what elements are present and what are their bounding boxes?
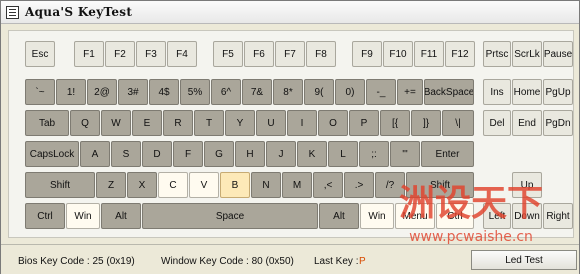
key-9[interactable]: 9( — [304, 79, 334, 105]
key-ctrl[interactable]: Ctrl — [436, 203, 474, 229]
key-sym60[interactable]: ;: — [359, 141, 389, 167]
key-prtsc[interactable]: Prtsc — [483, 41, 511, 67]
key-right[interactable]: Right — [543, 203, 573, 229]
keyboard-app-icon — [6, 5, 19, 19]
title-bar: Aqua'S KeyTest — [1, 1, 579, 24]
key-f9[interactable]: F9 — [352, 41, 382, 67]
key-f8[interactable]: F8 — [306, 41, 336, 67]
key-win[interactable]: Win — [66, 203, 100, 229]
key-5[interactable]: 5% — [180, 79, 210, 105]
key-sym46[interactable]: \| — [442, 110, 474, 136]
status-bar: Bios Key Code : 25 (0x19) Window Key Cod… — [1, 244, 579, 274]
key-v[interactable]: V — [189, 172, 219, 198]
key-f2[interactable]: F2 — [105, 41, 135, 67]
key-f12[interactable]: F12 — [445, 41, 475, 67]
key-u[interactable]: U — [256, 110, 286, 136]
key-d[interactable]: D — [142, 141, 172, 167]
key-ins[interactable]: Ins — [483, 79, 511, 105]
bios-key-code: Bios Key Code : 25 (0x19) — [18, 256, 135, 267]
key-3[interactable]: 3# — [118, 79, 148, 105]
key-enter[interactable]: Enter — [421, 141, 474, 167]
key-k[interactable]: K — [297, 141, 327, 167]
key-alt[interactable]: Alt — [319, 203, 359, 229]
key-w[interactable]: W — [101, 110, 131, 136]
key-sym72[interactable]: .> — [344, 172, 374, 198]
key-home[interactable]: Home — [512, 79, 542, 105]
key-up[interactable]: Up — [512, 172, 542, 198]
key-pause[interactable]: Pause — [543, 41, 573, 67]
key-end[interactable]: End — [512, 110, 542, 136]
key-backspace[interactable]: BackSpace — [424, 79, 474, 105]
key-f10[interactable]: F10 — [383, 41, 413, 67]
key-left[interactable]: Left — [483, 203, 511, 229]
key-x[interactable]: X — [127, 172, 157, 198]
key-0[interactable]: 0) — [335, 79, 365, 105]
key-tab[interactable]: Tab — [25, 110, 69, 136]
key-n[interactable]: N — [251, 172, 281, 198]
key-1[interactable]: 1! — [56, 79, 86, 105]
key-ctrl[interactable]: Ctrl — [25, 203, 65, 229]
key-alt[interactable]: Alt — [101, 203, 141, 229]
key-f3[interactable]: F3 — [136, 41, 166, 67]
key-f7[interactable]: F7 — [275, 41, 305, 67]
key-t[interactable]: T — [194, 110, 224, 136]
key-space[interactable]: Space — [142, 203, 318, 229]
key-6[interactable]: 6^ — [211, 79, 241, 105]
key-s[interactable]: S — [111, 141, 141, 167]
key-h[interactable]: H — [235, 141, 265, 167]
key-f4[interactable]: F4 — [167, 41, 197, 67]
key-q[interactable]: Q — [70, 110, 100, 136]
key-z[interactable]: Z — [96, 172, 126, 198]
last-key-value: P — [359, 256, 366, 267]
key-shift[interactable]: Shift — [406, 172, 474, 198]
key-f11[interactable]: F11 — [414, 41, 444, 67]
key-p[interactable]: P — [349, 110, 379, 136]
key-sym28[interactable]: += — [397, 79, 423, 105]
window-key-code: Window Key Code : 80 (0x50) — [161, 256, 294, 267]
key-pgdn[interactable]: PgDn — [543, 110, 573, 136]
key-r[interactable]: R — [163, 110, 193, 136]
key-sym71[interactable]: ,< — [313, 172, 343, 198]
key-y[interactable]: Y — [225, 110, 255, 136]
key-f6[interactable]: F6 — [244, 41, 274, 67]
app-window: Aqua'S KeyTest Esc F1 F2 F3 F4 F5 F6 F7 F8 F9 F10 F… — [0, 0, 580, 274]
key-j[interactable]: J — [266, 141, 296, 167]
key-8[interactable]: 8* — [273, 79, 303, 105]
key-m[interactable]: M — [282, 172, 312, 198]
key-4[interactable]: 4$ — [149, 79, 179, 105]
last-key-label: Last Key : — [314, 256, 359, 267]
key-sym44[interactable]: [{ — [380, 110, 410, 136]
key-c[interactable]: C — [158, 172, 188, 198]
key-down[interactable]: Down — [512, 203, 542, 229]
key-f5[interactable]: F5 — [213, 41, 243, 67]
key-win[interactable]: Win — [360, 203, 394, 229]
key-del[interactable]: Del — [483, 110, 511, 136]
key-g[interactable]: G — [204, 141, 234, 167]
key-sym45[interactable]: ]} — [411, 110, 441, 136]
key-e[interactable]: E — [132, 110, 162, 136]
key-2[interactable]: 2@ — [87, 79, 117, 105]
key-sym27[interactable]: -_ — [366, 79, 396, 105]
key-f1[interactable]: F1 — [74, 41, 104, 67]
led-test-button[interactable]: Led Test — [471, 250, 577, 270]
key-a[interactable]: A — [80, 141, 110, 167]
key-o[interactable]: O — [318, 110, 348, 136]
key-i[interactable]: I — [287, 110, 317, 136]
key-sym61[interactable]: '" — [390, 141, 420, 167]
key-shift[interactable]: Shift — [25, 172, 95, 198]
key-pgup[interactable]: PgUp — [543, 79, 573, 105]
window-title: Aqua'S KeyTest — [25, 5, 133, 19]
key-7[interactable]: 7& — [242, 79, 272, 105]
key-f[interactable]: F — [173, 141, 203, 167]
key-b[interactable]: B — [220, 172, 250, 198]
key-l[interactable]: L — [328, 141, 358, 167]
key-capslock[interactable]: CapsLock — [25, 141, 79, 167]
key-sym16[interactable]: `~ — [25, 79, 55, 105]
key-esc[interactable]: Esc — [25, 41, 55, 67]
key-sym73[interactable]: /? — [375, 172, 405, 198]
key-menu[interactable]: Menu — [395, 203, 435, 229]
key-scrlk[interactable]: ScrLk — [512, 41, 542, 67]
